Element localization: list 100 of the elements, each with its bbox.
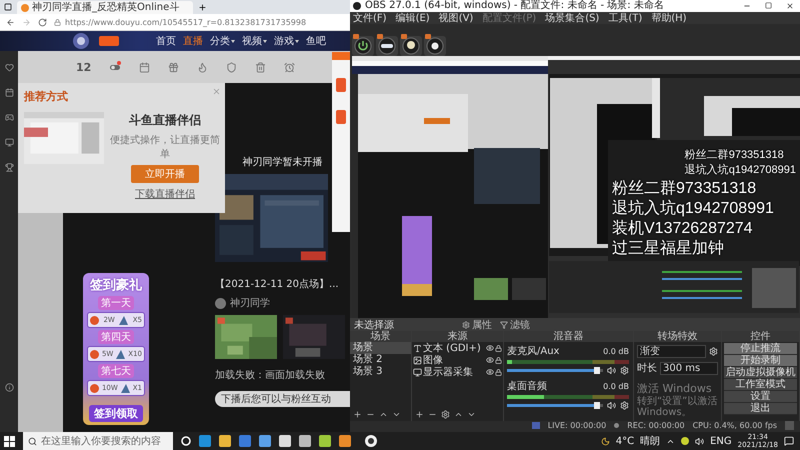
overlay-text: 过三星福星加钟 <box>612 239 725 259</box>
scene-item[interactable]: 场景 2 <box>350 354 411 366</box>
source-item[interactable]: 图像 <box>412 354 503 366</box>
move-up-icon[interactable] <box>379 410 388 419</box>
power-icon[interactable] <box>352 34 374 56</box>
browser-tab[interactable]: 神刃同学直播_反恐精英Online斗 <box>17 1 193 14</box>
control-button[interactable]: 停止推流 <box>724 343 797 355</box>
rec-timer: REC: 00:00:00 <box>627 420 685 430</box>
speaker-icon[interactable] <box>695 436 704 446</box>
eye-icon[interactable] <box>486 356 494 364</box>
gift-icon[interactable] <box>168 62 180 72</box>
claim-button[interactable]: 签到领取 <box>89 405 143 422</box>
nav-link[interactable]: 直播 <box>183 34 203 48</box>
monitor-icon[interactable] <box>4 138 14 147</box>
speaker-icon[interactable] <box>607 366 616 375</box>
add-icon[interactable] <box>353 410 362 419</box>
nav-link[interactable]: 视频 <box>242 34 267 48</box>
circle-icon[interactable] <box>181 436 191 446</box>
info-icon[interactable] <box>4 383 14 392</box>
trophy-icon[interactable] <box>4 163 14 172</box>
nav-link[interactable]: 鱼吧 <box>306 34 326 48</box>
close-icon[interactable] <box>786 2 794 10</box>
windows-logo-icon[interactable] <box>4 436 15 446</box>
flame-icon[interactable] <box>197 62 208 72</box>
calendar-icon[interactable] <box>139 62 150 72</box>
day-label: 第一天 <box>98 296 134 310</box>
move-down-icon[interactable] <box>392 410 401 419</box>
menu-item[interactable]: 场景集合(S) <box>545 11 600 25</box>
control-button[interactable]: 开始录制 <box>724 355 797 367</box>
properties-button[interactable]: 属性 <box>462 318 492 332</box>
nav-link[interactable]: 分类 <box>210 34 235 48</box>
window-icon <box>4 3 12 11</box>
new-tab-icon[interactable] <box>198 3 207 12</box>
lock-icon[interactable] <box>495 344 502 352</box>
reload-icon[interactable] <box>38 18 47 26</box>
address-field[interactable]: https://www.douyu.com/10545517_r=0.8132381731735998 <box>54 18 344 26</box>
favicon-icon <box>21 4 29 12</box>
back-icon[interactable] <box>6 18 15 26</box>
speaker-icon[interactable] <box>607 401 616 410</box>
monitor-icon <box>413 368 422 376</box>
alarm-clock-icon[interactable] <box>284 62 296 72</box>
moon-icon <box>600 436 610 446</box>
panel-title: 转场特效 <box>634 331 721 342</box>
move-down-icon[interactable] <box>467 410 476 419</box>
panel-title: 控件 <box>722 331 799 342</box>
bin-icon[interactable] <box>255 62 266 72</box>
panel-title: 来源 <box>412 331 503 342</box>
search-icon <box>28 436 37 446</box>
scene-item[interactable]: 场景 3 <box>350 366 411 378</box>
settings-icon[interactable] <box>441 410 450 419</box>
menu-item[interactable]: 工具(T) <box>608 11 642 25</box>
source-item[interactable]: 显示器采集 <box>412 366 503 378</box>
no-source-label: 未选择源 <box>354 318 395 330</box>
nav-link[interactable]: 游戏 <box>274 34 299 48</box>
duration-field[interactable]: 300 ms <box>660 362 718 374</box>
calendar-icon[interactable] <box>4 88 14 97</box>
volume-slider[interactable] <box>507 369 603 372</box>
transition-select[interactable]: 渐变 <box>637 345 706 358</box>
scene-item[interactable]: 场景 <box>350 342 411 354</box>
language-indicator: ENG <box>710 436 732 446</box>
maximize-icon[interactable] <box>765 2 772 9</box>
filters-button[interactable]: 滤镜 <box>500 318 530 332</box>
menu-item[interactable]: 视图(V) <box>438 11 474 25</box>
volume-slider[interactable] <box>507 404 603 407</box>
add-icon[interactable] <box>415 410 424 419</box>
download-link[interactable]: 下载直播伴侣 <box>135 187 195 201</box>
notification-icon[interactable] <box>784 436 794 446</box>
menu-item[interactable]: 文件(F) <box>353 11 387 25</box>
emblem-icon <box>70 32 92 50</box>
record-dot-icon <box>614 422 620 428</box>
menu-item[interactable]: 编辑(E) <box>396 11 430 25</box>
slider-thumb[interactable] <box>594 367 600 374</box>
offline-message: 神刃同学暂未开播 <box>242 156 322 169</box>
settings-icon[interactable] <box>620 401 629 410</box>
slider-thumb[interactable] <box>594 402 600 409</box>
level-reading: 0.0 dB <box>603 382 629 390</box>
eye-icon[interactable] <box>424 34 446 56</box>
eye-icon[interactable] <box>486 368 494 376</box>
filter-icon <box>500 320 508 328</box>
control-button[interactable]: 工作室模式 <box>724 379 797 391</box>
eye-icon[interactable] <box>486 344 494 352</box>
settings-icon[interactable] <box>620 366 629 375</box>
lock-icon[interactable] <box>495 368 502 376</box>
heart-icon[interactable] <box>4 63 14 72</box>
cpu-status: CPU: 0.4%, 60.00 fps <box>692 420 777 430</box>
gamepad-icon[interactable] <box>4 113 14 122</box>
duration-label: 时长 <box>637 362 657 375</box>
menu-item[interactable]: 帮助(H) <box>651 11 687 25</box>
nav-link[interactable]: 首页 <box>156 34 176 48</box>
control-button[interactable]: 启动虚拟摄像机 <box>724 367 797 379</box>
control-button[interactable]: 设置 <box>724 391 797 403</box>
overlay-text: 退坑入坑q1942708991 <box>612 199 774 219</box>
lock-icon[interactable] <box>495 356 502 364</box>
source-item[interactable]: 文本 (GDI+) <box>412 342 503 354</box>
move-up-icon[interactable] <box>454 410 463 419</box>
status-dot-icon <box>681 437 690 445</box>
obs-logo-icon[interactable] <box>365 435 377 447</box>
shield-icon[interactable] <box>226 62 238 72</box>
settings-icon[interactable] <box>709 347 718 356</box>
control-button[interactable]: 退出 <box>724 403 797 415</box>
